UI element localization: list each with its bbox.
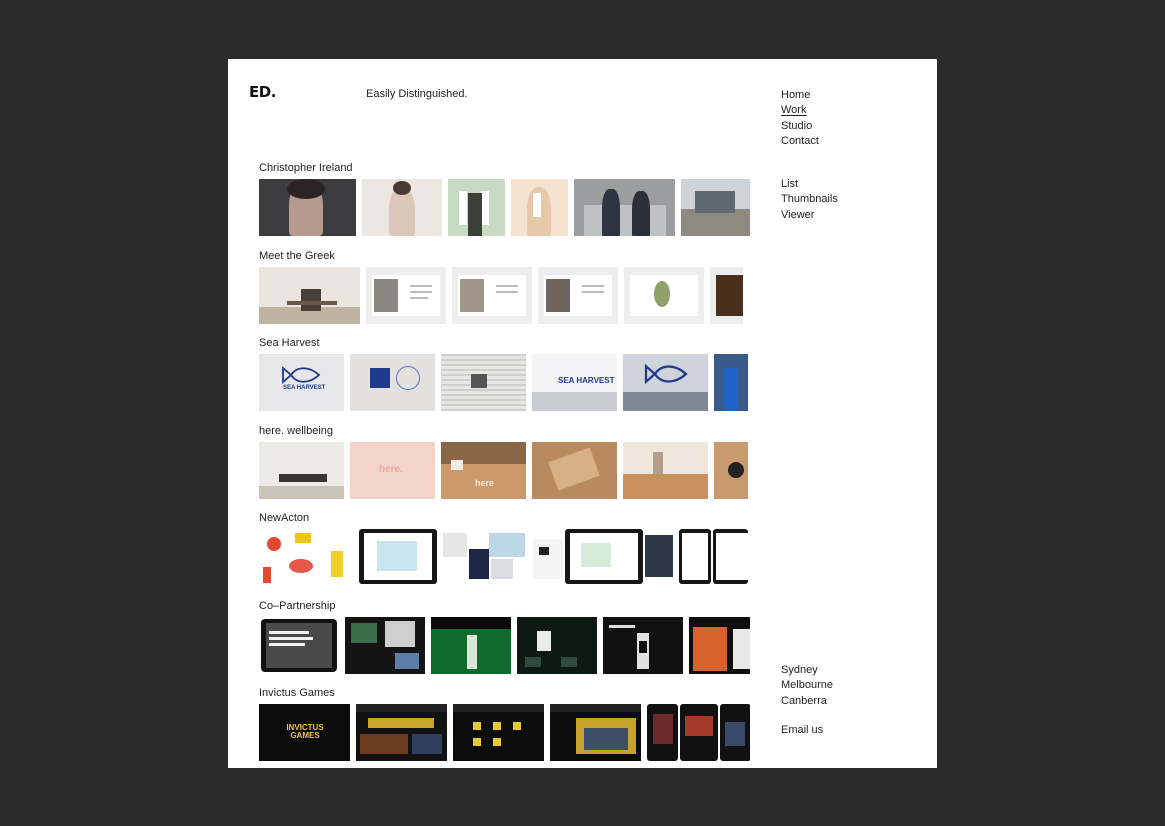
thumbnail-strip bbox=[259, 266, 750, 324]
project-thumbnail[interactable] bbox=[362, 179, 442, 236]
project-thumbnail[interactable] bbox=[259, 616, 339, 674]
nav-contact[interactable]: Contact bbox=[781, 134, 819, 149]
view-viewer[interactable]: Viewer bbox=[781, 208, 838, 223]
project-thumbnail[interactable] bbox=[574, 179, 675, 236]
project-thumbnail[interactable] bbox=[647, 704, 750, 761]
project-thumbnail[interactable] bbox=[359, 529, 437, 586]
thumb-label: INVICTUS GAMES bbox=[286, 723, 324, 740]
nav-home[interactable]: Home bbox=[781, 88, 819, 103]
thumbnail-strip: INVICTUS GAMES bbox=[259, 704, 750, 761]
project-thumbnail[interactable] bbox=[431, 616, 511, 674]
portfolio-page: ED. Easily Distinguished. Home Work Stud… bbox=[228, 59, 937, 768]
nav-work[interactable]: Work bbox=[781, 103, 819, 118]
city-melbourne: Melbourne bbox=[781, 679, 833, 692]
project-thumbnail[interactable]: SEA HARVEST bbox=[259, 354, 344, 411]
project-thumbnail[interactable] bbox=[259, 529, 353, 586]
project-co-partnership: Co–Partnership bbox=[259, 600, 750, 688]
project-invictus-games: Invictus Games INVICTUS GAMES bbox=[259, 687, 750, 768]
project-thumbnail[interactable] bbox=[623, 354, 708, 411]
project-title[interactable]: Co–Partnership bbox=[259, 600, 335, 612]
project-thumbnail[interactable] bbox=[623, 441, 708, 499]
email-us-link[interactable]: Email us bbox=[781, 723, 823, 738]
city-sydney: Sydney bbox=[781, 664, 818, 676]
project-thumbnail[interactable] bbox=[441, 354, 526, 411]
view-list[interactable]: List bbox=[781, 177, 838, 192]
project-thumbnail[interactable] bbox=[533, 529, 673, 586]
fish-logo-icon bbox=[644, 364, 688, 384]
project-title[interactable]: Christopher Ireland bbox=[259, 162, 353, 174]
project-thumbnail[interactable] bbox=[511, 179, 568, 236]
project-thumbnail[interactable] bbox=[259, 441, 344, 499]
project-thumbnail[interactable] bbox=[448, 179, 505, 236]
thumbnail-strip bbox=[259, 179, 750, 236]
project-here-wellbeing: here. wellbeing here. here bbox=[259, 425, 750, 513]
project-thumbnail[interactable] bbox=[689, 616, 750, 674]
project-thumbnail[interactable] bbox=[259, 266, 360, 324]
project-newacton: NewActon bbox=[259, 512, 750, 600]
project-christopher-ireland: Christopher Ireland bbox=[259, 162, 750, 250]
project-title[interactable]: Meet the Greek bbox=[259, 250, 335, 262]
project-thumbnail[interactable]: here bbox=[441, 441, 526, 499]
thumb-label: SEA HARVEST bbox=[283, 385, 326, 391]
project-thumbnail[interactable] bbox=[714, 354, 748, 411]
project-thumbnail[interactable] bbox=[453, 704, 544, 761]
logo[interactable]: ED. bbox=[249, 83, 276, 101]
project-thumbnail[interactable] bbox=[356, 704, 447, 761]
thumb-label: SEA HARVEST bbox=[558, 376, 615, 385]
project-thumbnail[interactable] bbox=[452, 266, 532, 324]
project-thumbnail[interactable] bbox=[443, 529, 527, 586]
project-thumbnail[interactable] bbox=[345, 616, 425, 674]
project-title[interactable]: NewActon bbox=[259, 512, 309, 524]
project-thumbnail[interactable] bbox=[538, 266, 618, 324]
city-canberra: Canberra bbox=[781, 694, 827, 707]
thumb-label: here. bbox=[379, 463, 403, 475]
project-thumbnail[interactable] bbox=[259, 179, 356, 236]
project-thumbnail[interactable] bbox=[350, 354, 435, 411]
project-thumbnail[interactable] bbox=[714, 441, 748, 499]
project-thumbnail[interactable] bbox=[624, 266, 704, 324]
view-thumbnails[interactable]: Thumbnails bbox=[781, 192, 838, 207]
project-thumbnail[interactable] bbox=[532, 441, 617, 499]
project-thumbnail[interactable] bbox=[517, 616, 597, 674]
project-sea-harvest: Sea Harvest SEA HARVEST SEA HARVEST bbox=[259, 337, 750, 425]
thumbnail-strip bbox=[259, 616, 750, 674]
project-title[interactable]: here. wellbeing bbox=[259, 425, 333, 437]
office-locations: Sydney Melbourne Canberra bbox=[781, 663, 833, 709]
project-meet-the-greek: Meet the Greek bbox=[259, 250, 750, 338]
project-thumbnail[interactable] bbox=[550, 704, 641, 761]
project-thumbnail[interactable] bbox=[710, 266, 743, 324]
thumbnail-strip bbox=[259, 529, 750, 586]
thumb-label: here bbox=[475, 477, 495, 488]
tagline: Easily Distinguished. bbox=[366, 88, 468, 100]
project-thumbnail[interactable]: SEA HARVEST bbox=[532, 354, 617, 411]
project-title[interactable]: Invictus Games bbox=[259, 687, 335, 699]
project-thumbnail[interactable] bbox=[366, 266, 446, 324]
thumbnail-strip: here. here bbox=[259, 441, 750, 499]
project-thumbnail[interactable]: here. bbox=[350, 441, 435, 499]
fish-logo-icon bbox=[282, 366, 321, 384]
project-thumbnail[interactable] bbox=[679, 529, 748, 586]
project-list: Christopher Ireland Meet the Greek Sea H… bbox=[259, 162, 750, 768]
thumbnail-strip: SEA HARVEST SEA HARVEST bbox=[259, 354, 750, 411]
project-title[interactable]: Sea Harvest bbox=[259, 337, 320, 349]
project-thumbnail[interactable]: INVICTUS GAMES bbox=[259, 704, 350, 761]
project-thumbnail[interactable] bbox=[603, 616, 683, 674]
view-switcher: List Thumbnails Viewer bbox=[781, 177, 838, 223]
project-thumbnail[interactable] bbox=[681, 179, 750, 236]
main-nav: Home Work Studio Contact bbox=[781, 88, 819, 149]
nav-studio[interactable]: Studio bbox=[781, 119, 819, 134]
